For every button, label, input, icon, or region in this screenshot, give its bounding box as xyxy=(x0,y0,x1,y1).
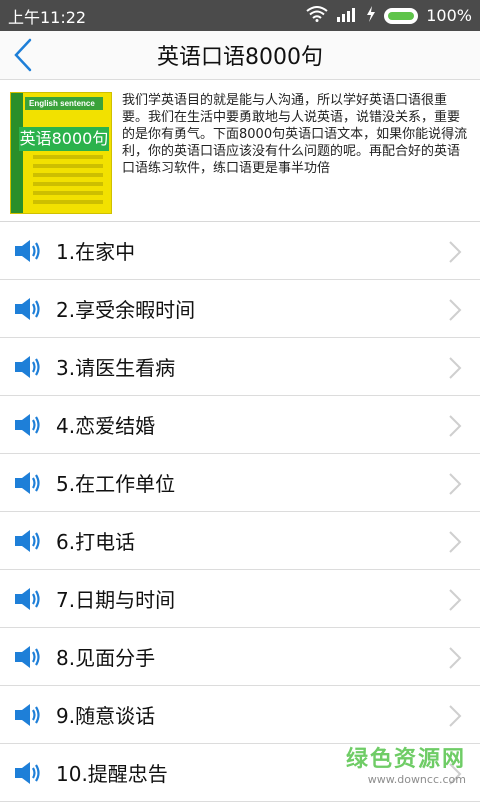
list-item[interactable]: 6.打电话 xyxy=(0,512,480,570)
speaker-icon xyxy=(0,280,56,338)
speaker-icon xyxy=(0,628,56,686)
chevron-right-icon xyxy=(448,646,462,674)
chevron-right-icon xyxy=(448,414,462,442)
battery-level: 100% xyxy=(426,6,472,25)
list-item-label: 3.请医生看病 xyxy=(56,356,176,380)
speaker-icon xyxy=(0,570,56,628)
list-item-label: 4.恋爱结婚 xyxy=(56,414,156,438)
list-item-label: 5.在工作单位 xyxy=(56,472,176,496)
chapter-list: 1.在家中 2.享受余暇时间 3.请医生看病 4.恋爱结婚 5.在工作单位 6.打电话 7.… xyxy=(0,222,480,802)
speaker-icon xyxy=(0,744,56,802)
status-icons: 100% xyxy=(306,5,472,26)
back-arrow-icon xyxy=(14,38,32,72)
status-bar: 上午11:22 100% xyxy=(0,0,480,31)
cover-english-title: English sentence xyxy=(25,97,103,110)
chevron-right-icon xyxy=(448,588,462,616)
list-item[interactable]: 7.日期与时间 xyxy=(0,570,480,628)
chevron-right-icon xyxy=(448,704,462,732)
speaker-icon xyxy=(0,396,56,454)
title-bar: 英语口语8000句 xyxy=(0,31,480,80)
list-item-label: 6.打电话 xyxy=(56,530,136,554)
speaker-icon xyxy=(0,454,56,512)
speaker-icon xyxy=(0,686,56,744)
battery-icon xyxy=(384,7,419,24)
status-time: 上午11:22 xyxy=(8,7,87,27)
chevron-right-icon xyxy=(448,530,462,558)
charging-icon xyxy=(366,5,376,26)
list-item[interactable]: 3.请医生看病 xyxy=(0,338,480,396)
chevron-right-icon xyxy=(448,762,462,790)
book-cover-image: English sentence 英语8000句 xyxy=(10,92,112,214)
signal-icon xyxy=(336,6,358,26)
speaker-icon xyxy=(0,512,56,570)
cover-title: 英语8000句 xyxy=(19,127,109,151)
list-item[interactable]: 5.在工作单位 xyxy=(0,454,480,512)
list-item-label: 10.提醒忠告 xyxy=(56,762,168,786)
chevron-right-icon xyxy=(448,240,462,268)
list-item[interactable]: 2.享受余暇时间 xyxy=(0,280,480,338)
chevron-right-icon xyxy=(448,472,462,500)
chevron-right-icon xyxy=(448,356,462,384)
intro-description: 我们学英语目的就是能与人沟通，所以学好英语口语很重要。我们在生活中要勇敢地与人说… xyxy=(122,93,468,176)
chevron-right-icon xyxy=(448,298,462,326)
list-item-label: 9.随意谈话 xyxy=(56,704,156,728)
intro-section: English sentence 英语8000句 我们学英语目的就是能与人沟通，… xyxy=(0,80,480,222)
list-item[interactable]: 1.在家中 xyxy=(0,222,480,280)
list-item-label: 7.日期与时间 xyxy=(56,588,176,612)
list-item[interactable]: 8.见面分手 xyxy=(0,628,480,686)
back-button[interactable] xyxy=(0,31,46,79)
speaker-icon xyxy=(0,338,56,396)
wifi-icon xyxy=(306,5,328,26)
list-item[interactable]: 10.提醒忠告 xyxy=(0,744,480,802)
list-item[interactable]: 9.随意谈话 xyxy=(0,686,480,744)
speaker-icon xyxy=(0,222,56,280)
page-title: 英语口语8000句 xyxy=(157,45,323,70)
list-item-label: 8.见面分手 xyxy=(56,646,156,670)
list-item-label: 2.享受余暇时间 xyxy=(56,298,196,322)
list-item[interactable]: 4.恋爱结婚 xyxy=(0,396,480,454)
list-item-label: 1.在家中 xyxy=(56,240,136,264)
